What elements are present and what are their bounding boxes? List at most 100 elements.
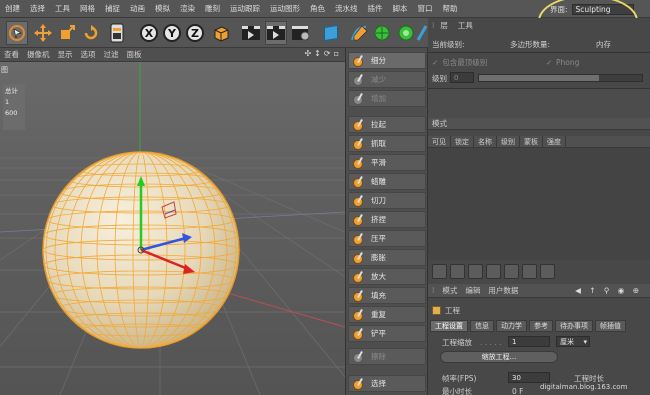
maximize-view-icon[interactable]: ▫ (334, 49, 339, 58)
sculpt-tool-button[interactable]: 放大 (348, 268, 426, 285)
layer-settings-icon[interactable] (540, 264, 555, 279)
bake-layer-icon[interactable] (522, 264, 537, 279)
sculpt-tool-button[interactable]: 切刀 (348, 192, 426, 209)
sculpt-tool-button[interactable]: 抓取 (348, 135, 426, 152)
layout-selector[interactable]: 界面: Sculpting (550, 3, 642, 15)
menu-item[interactable]: 运动图形 (265, 3, 305, 14)
viewport-menu-item[interactable]: 过滤 (100, 49, 123, 60)
menu-item[interactable]: 运动跟踪 (225, 3, 265, 14)
attribute-tab[interactable]: 帧插值 (595, 320, 626, 332)
deformer-icon[interactable] (415, 21, 428, 45)
move-view-icon[interactable]: ✣ (304, 49, 311, 58)
attribute-tab[interactable]: 参考 (529, 320, 553, 332)
menu-item[interactable]: 动画 (125, 3, 150, 14)
viewport-menu-item[interactable]: 查看 (0, 49, 23, 60)
rotate-view-icon[interactable]: ⟳ (324, 49, 331, 58)
tab-tools[interactable]: 工具 (458, 20, 473, 31)
render-settings-icon[interactable] (290, 21, 312, 45)
attr-nav-icons[interactable]: ◀ ↑ ⚲ ◉ ⊕ (571, 286, 646, 295)
sculpt-tool-button[interactable]: 蜡雕 (348, 173, 426, 190)
include-tags-checkmark-icon[interactable]: ✓ (432, 58, 438, 67)
rotate-icon[interactable] (80, 21, 102, 45)
sculpt-tool-button[interactable]: 膨胀 (348, 249, 426, 266)
scale-project-button[interactable]: 缩放工程... (440, 351, 558, 363)
menu-item[interactable]: 雕刻 (200, 3, 225, 14)
attr-menu-mode[interactable]: 模式 (438, 285, 461, 296)
menu-item[interactable]: 窗口 (413, 3, 438, 14)
attribute-tab[interactable]: 动力学 (496, 320, 527, 332)
add-folder-icon[interactable] (450, 264, 465, 279)
min-time-value[interactable]: 0 F (512, 387, 523, 395)
render-picture-queue-icon[interactable] (265, 21, 287, 45)
layer-column-header[interactable]: 级别 (497, 136, 520, 147)
layer-column-header[interactable]: 锁定 (451, 136, 474, 147)
layout-dropdown[interactable]: Sculpting (571, 3, 634, 15)
menu-item[interactable]: 选择 (25, 3, 50, 14)
layer-column-header[interactable]: 蒙板 (520, 136, 543, 147)
sculpt-tool-button[interactable]: 增加 (348, 90, 426, 107)
copy-layer-icon[interactable] (504, 264, 519, 279)
attribute-tab[interactable]: 待办事项 (555, 320, 593, 332)
menu-item[interactable]: 网格 (75, 3, 100, 14)
layer-mask-icon[interactable] (486, 264, 501, 279)
sculpt-layer-list[interactable] (428, 148, 650, 260)
menu-item[interactable]: 脚本 (388, 3, 413, 14)
menu-item[interactable]: 插件 (363, 3, 388, 14)
layer-column-header[interactable]: 可见 (428, 136, 451, 147)
layer-column-header[interactable]: 名称 (474, 136, 497, 147)
render-view-icon[interactable] (240, 21, 262, 45)
viewport-menu-item[interactable]: 选项 (77, 49, 100, 60)
sculpt-tool-button[interactable]: 细分 (348, 52, 426, 69)
sculpt-tool-button[interactable]: 选择 (348, 375, 426, 392)
attr-menu-userdata[interactable]: 用户数据 (484, 285, 522, 296)
phong-checkmark-icon[interactable]: ✓ (546, 58, 552, 67)
menu-item[interactable]: 角色 (305, 3, 330, 14)
menu-item[interactable]: 流水线 (330, 3, 363, 14)
sculpt-tool-button[interactable]: 擦除 (348, 348, 426, 365)
project-scale-field[interactable]: 1 (508, 336, 550, 347)
y-axis-lock-icon[interactable]: Y (161, 21, 183, 45)
attribute-tab[interactable]: 工程设置 (430, 320, 468, 332)
menu-item[interactable]: 创建 (0, 3, 25, 14)
level-slider[interactable] (478, 74, 643, 82)
3d-viewport[interactable]: 图 总计 1 600 (0, 62, 345, 395)
scale-icon[interactable] (56, 21, 78, 45)
menu-item[interactable]: 渲染 (175, 3, 200, 14)
cloner-icon[interactable] (395, 21, 417, 45)
fps-field[interactable]: 30 (508, 372, 550, 383)
sculpt-tool-label: 放大 (371, 272, 386, 281)
viewport-menu-item[interactable]: 显示 (54, 49, 77, 60)
spline-pen-icon[interactable] (348, 21, 370, 45)
sculpt-tool-button[interactable]: 压平 (348, 230, 426, 247)
layer-column-header[interactable]: 强度 (543, 136, 566, 147)
zoom-view-icon[interactable]: ↕ (314, 49, 321, 58)
sculpt-tool-button[interactable]: 填充 (348, 287, 426, 304)
move-icon[interactable] (32, 21, 54, 45)
menu-item[interactable]: 捕捉 (100, 3, 125, 14)
recent-tool-icon[interactable] (106, 21, 128, 45)
viewport-menu-item[interactable]: 面板 (123, 49, 146, 60)
attr-menu-edit[interactable]: 编辑 (461, 285, 484, 296)
coordinate-system-icon[interactable] (210, 21, 232, 45)
tab-layers[interactable]: 层 (440, 20, 448, 31)
subdivision-surface-icon[interactable] (371, 21, 393, 45)
project-scale-unit-dropdown[interactable]: 厘米 ▾ (556, 336, 590, 347)
add-layer-icon[interactable] (432, 264, 447, 279)
attribute-tab[interactable]: 信息 (470, 320, 494, 332)
sculpt-tool-button[interactable]: 减少 (348, 71, 426, 88)
level-field[interactable]: 0 (450, 72, 474, 83)
delete-layer-icon[interactable] (468, 264, 483, 279)
cube-primitive-icon[interactable] (320, 21, 342, 45)
viewport-menu-item[interactable]: 摄像机 (23, 49, 54, 60)
live-selection-icon[interactable] (6, 21, 28, 45)
x-axis-lock-icon[interactable]: X (138, 21, 160, 45)
z-axis-lock-icon[interactable]: Z (184, 21, 206, 45)
sculpt-tool-button[interactable]: 平滑 (348, 154, 426, 171)
menu-item[interactable]: 工具 (50, 3, 75, 14)
menu-item[interactable]: 模拟 (150, 3, 175, 14)
sculpt-tool-button[interactable]: 重复 (348, 306, 426, 323)
sculpt-tool-button[interactable]: 拉起 (348, 116, 426, 133)
sculpt-tool-button[interactable]: 铲平 (348, 325, 426, 342)
menu-item[interactable]: 帮助 (438, 3, 463, 14)
sculpt-tool-button[interactable]: 挤捏 (348, 211, 426, 228)
